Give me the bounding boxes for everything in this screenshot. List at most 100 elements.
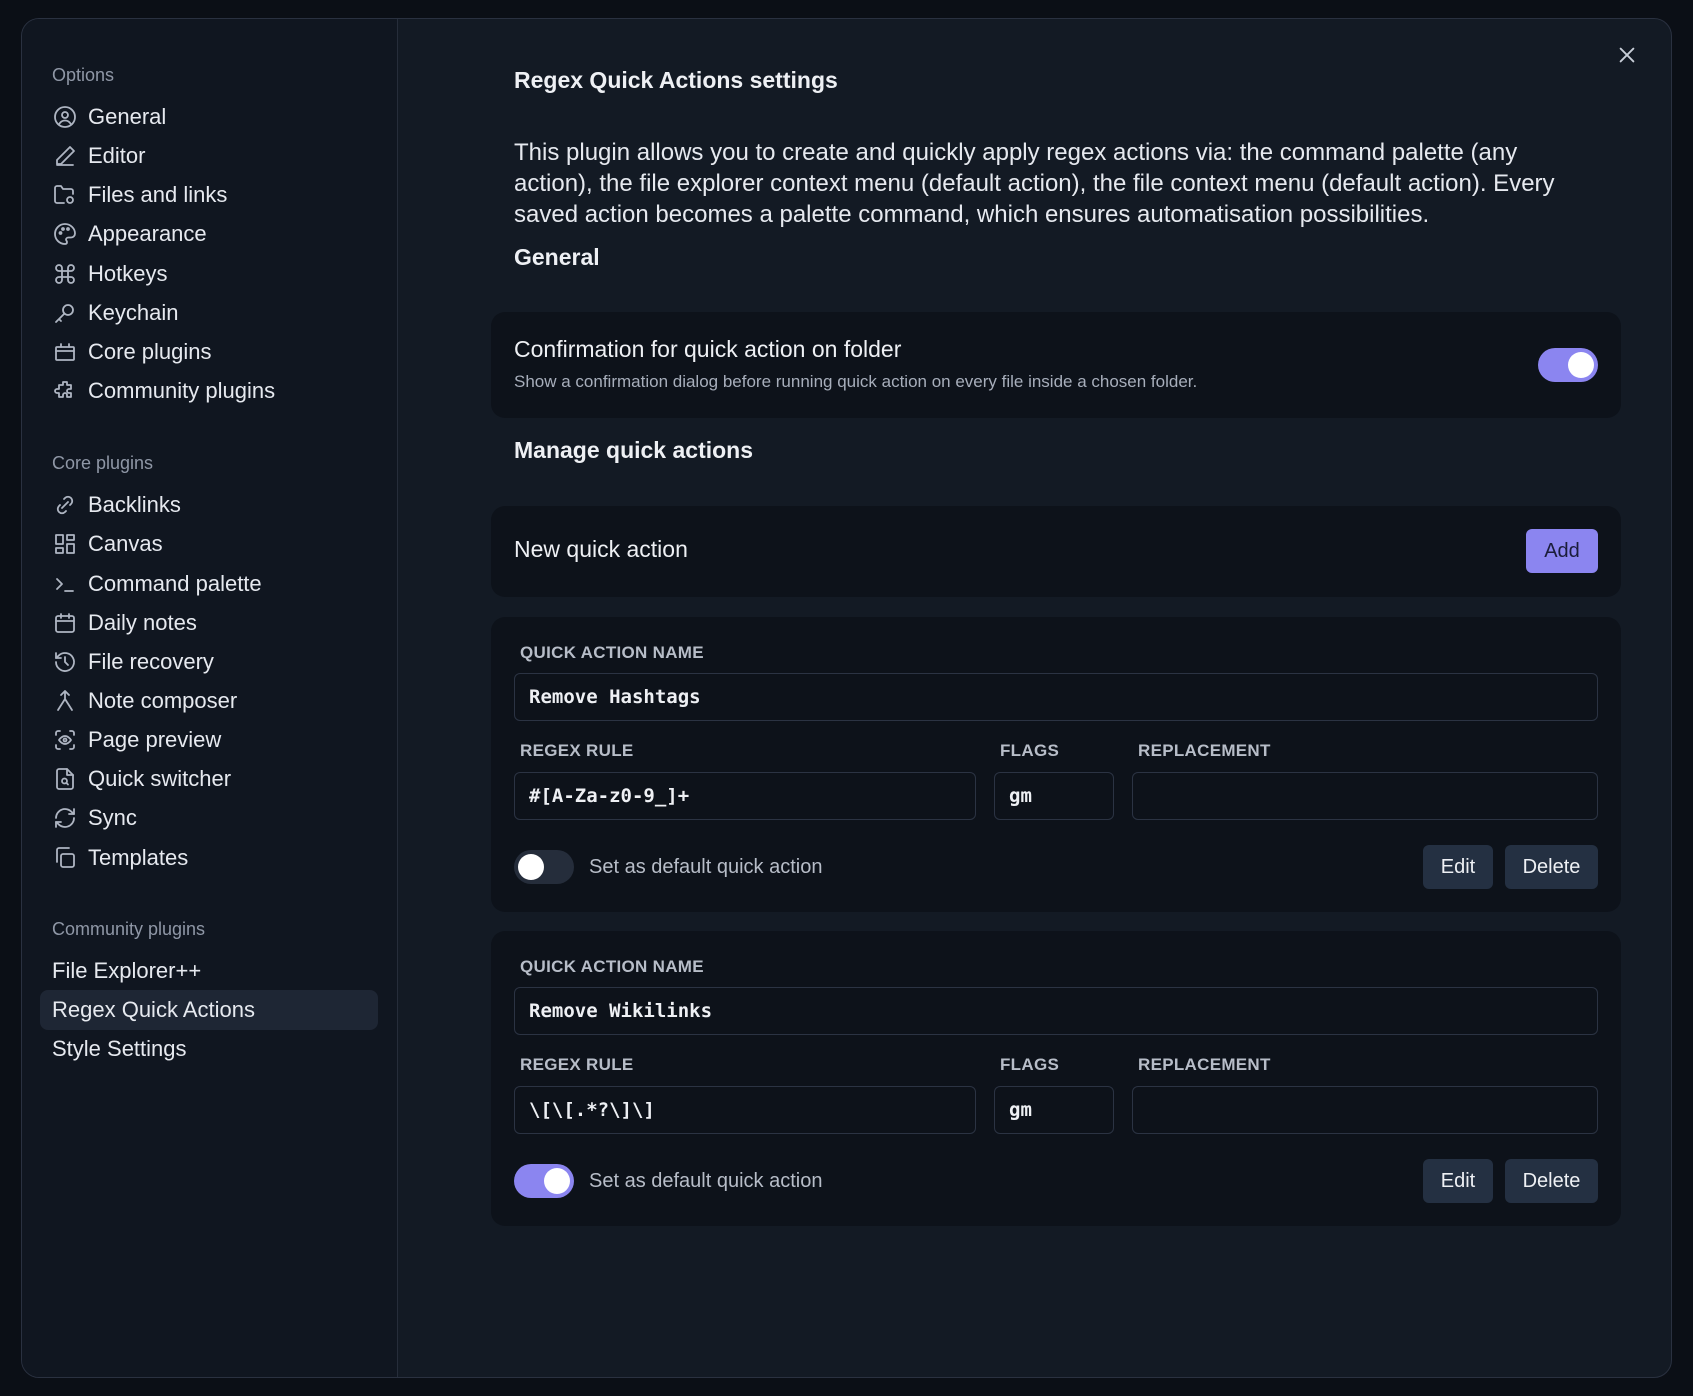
flags-input[interactable]: gm xyxy=(994,1086,1114,1134)
default-action-toggle[interactable] xyxy=(514,850,574,884)
sidebar-section-options: Options xyxy=(52,65,115,85)
regex-label: REGEX RULE xyxy=(520,1055,634,1074)
sidebar-item-label: File recovery xyxy=(88,649,214,674)
sidebar-item-regex-quick-actions[interactable]: Regex Quick Actions xyxy=(40,990,378,1030)
sidebar-item-label: Backlinks xyxy=(88,492,181,517)
page-title: Regex Quick Actions settings xyxy=(514,67,838,93)
sidebar-item-quick-switcher[interactable]: Quick switcher xyxy=(40,759,378,799)
sidebar-item-page-preview[interactable]: Page preview xyxy=(40,720,378,760)
flags-input[interactable]: gm xyxy=(994,772,1114,820)
name-label: QUICK ACTION NAME xyxy=(520,643,704,662)
setting-name: Confirmation for quick action on folder xyxy=(514,336,902,362)
sidebar-item-community-plugins[interactable]: Community plugins xyxy=(40,371,378,411)
sidebar-item-hotkeys[interactable]: Hotkeys xyxy=(40,254,378,294)
file-search-icon xyxy=(52,766,78,792)
refresh-icon xyxy=(52,805,78,831)
sidebar-item-label: Sync xyxy=(88,805,137,830)
sidebar-item-label: Keychain xyxy=(88,300,179,325)
sidebar-item-label: Quick switcher xyxy=(88,766,232,791)
quick-action-card: QUICK ACTION NAME Remove Wikilinks REGEX… xyxy=(491,931,1621,1226)
settings-sidebar: Options General Editor Files and links A… xyxy=(22,19,398,1377)
link-search-icon xyxy=(52,492,78,518)
regex-rule-input[interactable]: #[A-Za-z0-9_]+ xyxy=(514,772,976,820)
sidebar-item-core-plugins[interactable]: Core plugins xyxy=(40,332,378,372)
edit-button[interactable]: Edit xyxy=(1423,1159,1493,1203)
puzzle-icon xyxy=(52,378,78,404)
sidebar-item-backlinks[interactable]: Backlinks xyxy=(40,485,378,525)
sidebar-item-templates[interactable]: Templates xyxy=(40,838,378,878)
flags-label: FLAGS xyxy=(1000,1055,1060,1074)
command-icon xyxy=(52,261,78,287)
calendar-icon xyxy=(52,610,78,636)
new-quick-action-row: New quick action Add xyxy=(491,506,1621,597)
sidebar-item-label: Note composer xyxy=(88,688,238,713)
quick-action-name-input[interactable]: Remove Wikilinks xyxy=(514,987,1598,1035)
settings-window: Options General Editor Files and links A… xyxy=(21,18,1672,1378)
sidebar-item-label: Editor xyxy=(88,143,146,168)
user-circle-icon xyxy=(52,104,78,130)
sidebar-item-general[interactable]: General xyxy=(40,97,378,137)
close-button[interactable] xyxy=(1609,39,1645,75)
sidebar-item-label: General xyxy=(88,104,167,129)
confirmation-toggle[interactable] xyxy=(1538,348,1598,382)
sidebar-item-label: Core plugins xyxy=(88,339,212,364)
sidebar-item-files-and-links[interactable]: Files and links xyxy=(40,175,378,215)
general-heading: General xyxy=(514,244,600,270)
sidebar-item-style-settings[interactable]: Style Settings xyxy=(40,1029,378,1069)
delete-button[interactable]: Delete xyxy=(1505,845,1598,889)
folder-cog-icon xyxy=(52,182,78,208)
default-action-label: Set as default quick action xyxy=(589,856,823,878)
setting-description: Show a confirmation dialog before runnin… xyxy=(514,372,1198,391)
add-button[interactable]: Add xyxy=(1526,529,1598,573)
delete-button[interactable]: Delete xyxy=(1505,1159,1598,1203)
sidebar-item-daily-notes[interactable]: Daily notes xyxy=(40,603,378,643)
sidebar-item-label: Daily notes xyxy=(88,610,197,635)
history-icon xyxy=(52,649,78,675)
edit-button[interactable]: Edit xyxy=(1423,845,1493,889)
merge-icon xyxy=(52,688,78,714)
replacement-label: REPLACEMENT xyxy=(1138,741,1271,760)
sidebar-item-label: Command palette xyxy=(88,571,262,596)
flags-label: FLAGS xyxy=(1000,741,1060,760)
replacement-input[interactable] xyxy=(1132,772,1598,820)
key-icon xyxy=(52,300,78,326)
sidebar-item-label: Regex Quick Actions xyxy=(52,997,255,1022)
sidebar-item-label: Page preview xyxy=(88,727,222,752)
confirmation-setting: Confirmation for quick action on folder … xyxy=(491,312,1621,418)
sidebar-item-sync[interactable]: Sync xyxy=(40,798,378,838)
sidebar-item-label: Hotkeys xyxy=(88,261,168,286)
sidebar-section-core-plugins: Core plugins xyxy=(52,453,154,473)
copy-icon xyxy=(52,845,78,871)
replacement-label: REPLACEMENT xyxy=(1138,1055,1271,1074)
name-label: QUICK ACTION NAME xyxy=(520,957,704,976)
quick-action-name-input[interactable]: Remove Hashtags xyxy=(514,673,1598,721)
sidebar-item-note-composer[interactable]: Note composer xyxy=(40,681,378,721)
settings-content: Regex Quick Actions settings This plugin… xyxy=(399,19,1671,1377)
briefcase-icon xyxy=(52,339,78,365)
sidebar-item-label: Community plugins xyxy=(88,378,276,403)
default-action-toggle[interactable] xyxy=(514,1164,574,1198)
sidebar-item-command-palette[interactable]: Command palette xyxy=(40,564,378,604)
sidebar-item-canvas[interactable]: Canvas xyxy=(40,524,378,564)
plugin-description: This plugin allows you to create and qui… xyxy=(514,139,1555,228)
new-quick-action-label: New quick action xyxy=(514,536,688,562)
regex-rule-input[interactable]: \[\[.*?\]\] xyxy=(514,1086,976,1134)
scan-eye-icon xyxy=(52,727,78,753)
sidebar-item-label: Canvas xyxy=(88,531,163,556)
quick-action-card: QUICK ACTION NAME Remove Hashtags REGEX … xyxy=(491,617,1621,912)
terminal-icon xyxy=(52,571,78,597)
sidebar-item-appearance[interactable]: Appearance xyxy=(40,214,378,254)
close-icon xyxy=(1616,44,1638,71)
sidebar-item-file-explorer-plus[interactable]: File Explorer++ xyxy=(40,951,378,991)
default-action-label: Set as default quick action xyxy=(589,1170,823,1192)
sidebar-item-editor[interactable]: Editor xyxy=(40,136,378,176)
pencil-icon xyxy=(52,143,78,169)
sidebar-item-label: Templates xyxy=(88,845,189,870)
sidebar-item-label: File Explorer++ xyxy=(52,958,202,983)
sidebar-item-file-recovery[interactable]: File recovery xyxy=(40,642,378,682)
replacement-input[interactable] xyxy=(1132,1086,1598,1134)
sidebar-item-keychain[interactable]: Keychain xyxy=(40,293,378,333)
sidebar-item-label: Style Settings xyxy=(52,1036,187,1061)
sidebar-item-label: Files and links xyxy=(88,182,228,207)
regex-label: REGEX RULE xyxy=(520,741,634,760)
